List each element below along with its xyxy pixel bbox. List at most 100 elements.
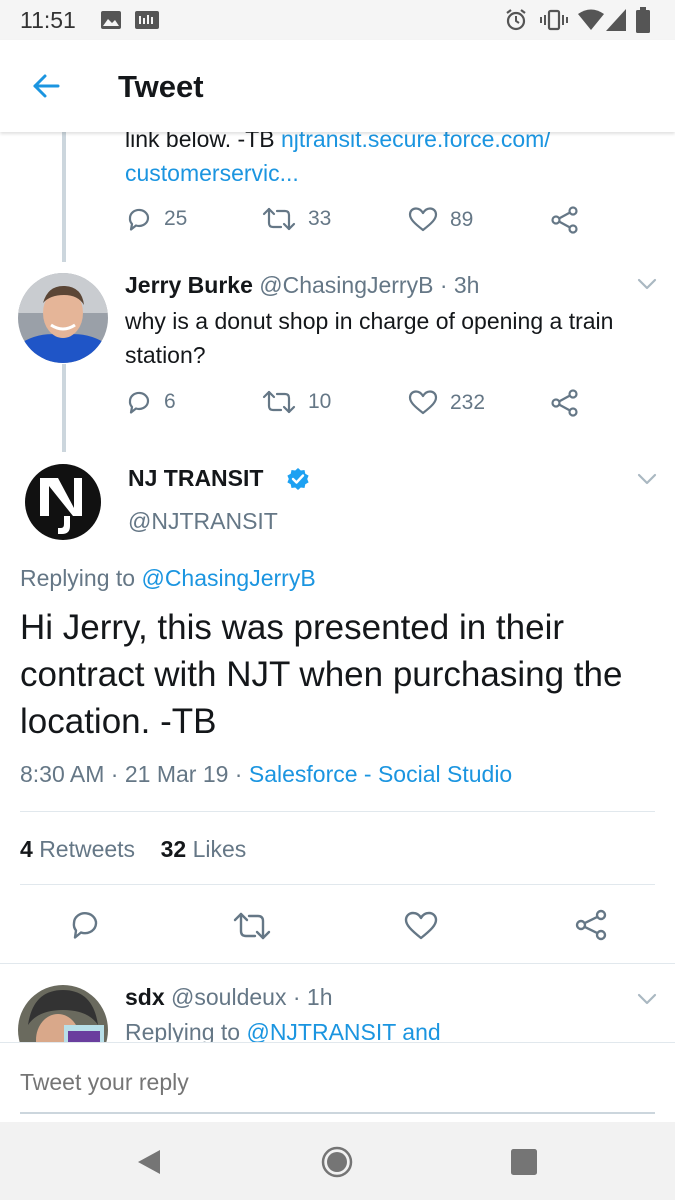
prev-tweet-link[interactable]: njtransit.secure.force.com/ <box>281 132 551 152</box>
reply-button[interactable] <box>70 909 102 941</box>
retweet-count: 4 <box>20 836 33 862</box>
separator-dot: · <box>292 984 301 1010</box>
status-bar: 11:51 <box>0 0 675 40</box>
author-handle[interactable]: @souldeux <box>171 984 286 1010</box>
retweet-button[interactable] <box>233 911 271 941</box>
like-button[interactable]: 89 <box>408 206 473 233</box>
like-count: 89 <box>450 207 474 231</box>
share-button[interactable] <box>575 909 607 941</box>
tweet-date: 21 Mar 19 <box>124 761 229 787</box>
jerry-tweet-header: Jerry Burke @ChasingJerryB · 3h <box>125 272 479 299</box>
reply-input-underline <box>20 1112 655 1114</box>
reply-button[interactable]: 6 <box>126 389 176 415</box>
nj-tweet-author: NJ TRANSIT <box>128 465 263 492</box>
replying-to-link[interactable]: @ChasingJerryB <box>141 565 315 591</box>
avatar[interactable] <box>18 452 108 542</box>
reply-icon <box>128 391 150 414</box>
like-button[interactable]: 232 <box>408 389 485 416</box>
chevron-down-icon[interactable] <box>636 277 658 291</box>
retweet-button[interactable]: 33 <box>262 206 331 232</box>
replying-to-label: Replying to <box>125 1019 247 1042</box>
share-icon <box>575 909 607 941</box>
tweet-source-link[interactable]: Salesforce - Social Studio <box>249 761 512 787</box>
separator-dot: · <box>234 761 243 787</box>
like-count: 232 <box>450 390 486 414</box>
author-handle[interactable]: @ChasingJerryB <box>259 272 433 298</box>
like-icon <box>404 911 438 940</box>
nav-home-icon[interactable] <box>321 1146 353 1178</box>
chevron-down-icon[interactable] <box>636 472 658 486</box>
sdx-avatar-image <box>18 985 108 1042</box>
avatar[interactable] <box>18 273 108 363</box>
retweet-label: Retweets <box>39 836 136 862</box>
app-header: Tweet <box>0 40 675 132</box>
retweet-count: 10 <box>308 390 332 413</box>
author-name[interactable]: NJ TRANSIT <box>128 465 263 491</box>
signal-icon <box>606 9 626 31</box>
tweet-thread[interactable]: link below. -TB njtransit.secure.force.c… <box>0 132 675 1042</box>
tweet-meta: 8:30 AM · 21 Mar 19 · Salesforce - Socia… <box>20 761 512 788</box>
battery-icon <box>636 7 650 33</box>
reply-icon <box>128 208 150 231</box>
replying-to-link[interactable]: @NJTRANSIT and <box>246 1019 440 1042</box>
gallery-notification-icon <box>101 11 121 29</box>
like-icon <box>408 207 438 232</box>
status-time: 11:51 <box>20 7 76 33</box>
author-name[interactable]: sdx <box>125 984 165 1010</box>
replying-to-label: Replying to <box>20 565 142 591</box>
replying-to: Replying to @ChasingJerryB <box>20 565 316 592</box>
divider <box>0 963 675 964</box>
verified-icon <box>287 468 309 490</box>
retweet-count: 33 <box>308 207 332 230</box>
share-icon <box>551 206 578 234</box>
divider <box>20 884 655 885</box>
reply-count: 6 <box>164 390 176 413</box>
nj-transit-logo <box>18 452 108 542</box>
retweets-stat[interactable]: 4 Retweets <box>20 836 135 862</box>
page-title: Tweet <box>118 69 204 104</box>
alarm-icon <box>506 9 526 31</box>
author-name[interactable]: Jerry Burke <box>125 272 253 298</box>
sdx-tweet-header: sdx @souldeux · 1h <box>125 984 333 1011</box>
reply-input[interactable] <box>20 1069 620 1096</box>
separator-dot: · <box>439 272 448 298</box>
retweet-icon <box>262 390 296 414</box>
retweet-icon <box>262 207 296 231</box>
tweet-time: 1h <box>306 984 333 1010</box>
avatar[interactable] <box>18 985 108 1042</box>
back-arrow-icon[interactable] <box>32 73 60 99</box>
reply-icon <box>72 912 98 939</box>
likes-stat[interactable]: 32 Likes <box>161 836 247 862</box>
main-tweet-text: Hi Jerry, this was presented in their co… <box>20 608 623 741</box>
retweet-icon <box>233 912 271 940</box>
reply-button[interactable]: 25 <box>126 206 187 232</box>
vibrate-icon <box>540 9 568 31</box>
engagement-stats: 4 Retweets 32 Likes <box>20 836 246 863</box>
divider <box>20 811 655 812</box>
chevron-down-icon[interactable] <box>636 992 658 1006</box>
thread-line <box>62 132 66 262</box>
prev-tweet-text-line: link below. -TB <box>125 132 281 152</box>
like-icon <box>408 390 438 415</box>
sdx-replying-to: Replying to @NJTRANSIT and <box>125 1019 441 1042</box>
tweet-time: 3h <box>453 272 480 298</box>
prev-tweet-link-cont[interactable]: customerservic... <box>125 160 299 186</box>
prev-tweet-text[interactable]: link below. -TB njtransit.secure.force.c… <box>125 132 645 190</box>
author-handle[interactable]: @NJTRANSIT <box>128 508 278 535</box>
reply-count: 25 <box>164 207 188 230</box>
nav-back-icon[interactable] <box>136 1148 162 1176</box>
nav-recents-icon[interactable] <box>510 1148 538 1176</box>
share-button[interactable] <box>551 389 579 417</box>
like-button[interactable] <box>404 910 438 941</box>
app-notification-icon <box>135 11 159 29</box>
retweet-button[interactable]: 10 <box>262 389 331 415</box>
wifi-icon <box>578 9 604 30</box>
tweet-time: 8:30 AM <box>20 761 105 787</box>
share-button[interactable] <box>551 206 579 234</box>
jerry-tweet-text: why is a donut shop in charge of opening… <box>125 308 614 368</box>
system-navigation-bar <box>0 1122 675 1200</box>
share-icon <box>551 389 578 417</box>
thread-line <box>62 364 66 454</box>
like-label: Likes <box>192 836 247 862</box>
reply-composer <box>0 1042 675 1123</box>
